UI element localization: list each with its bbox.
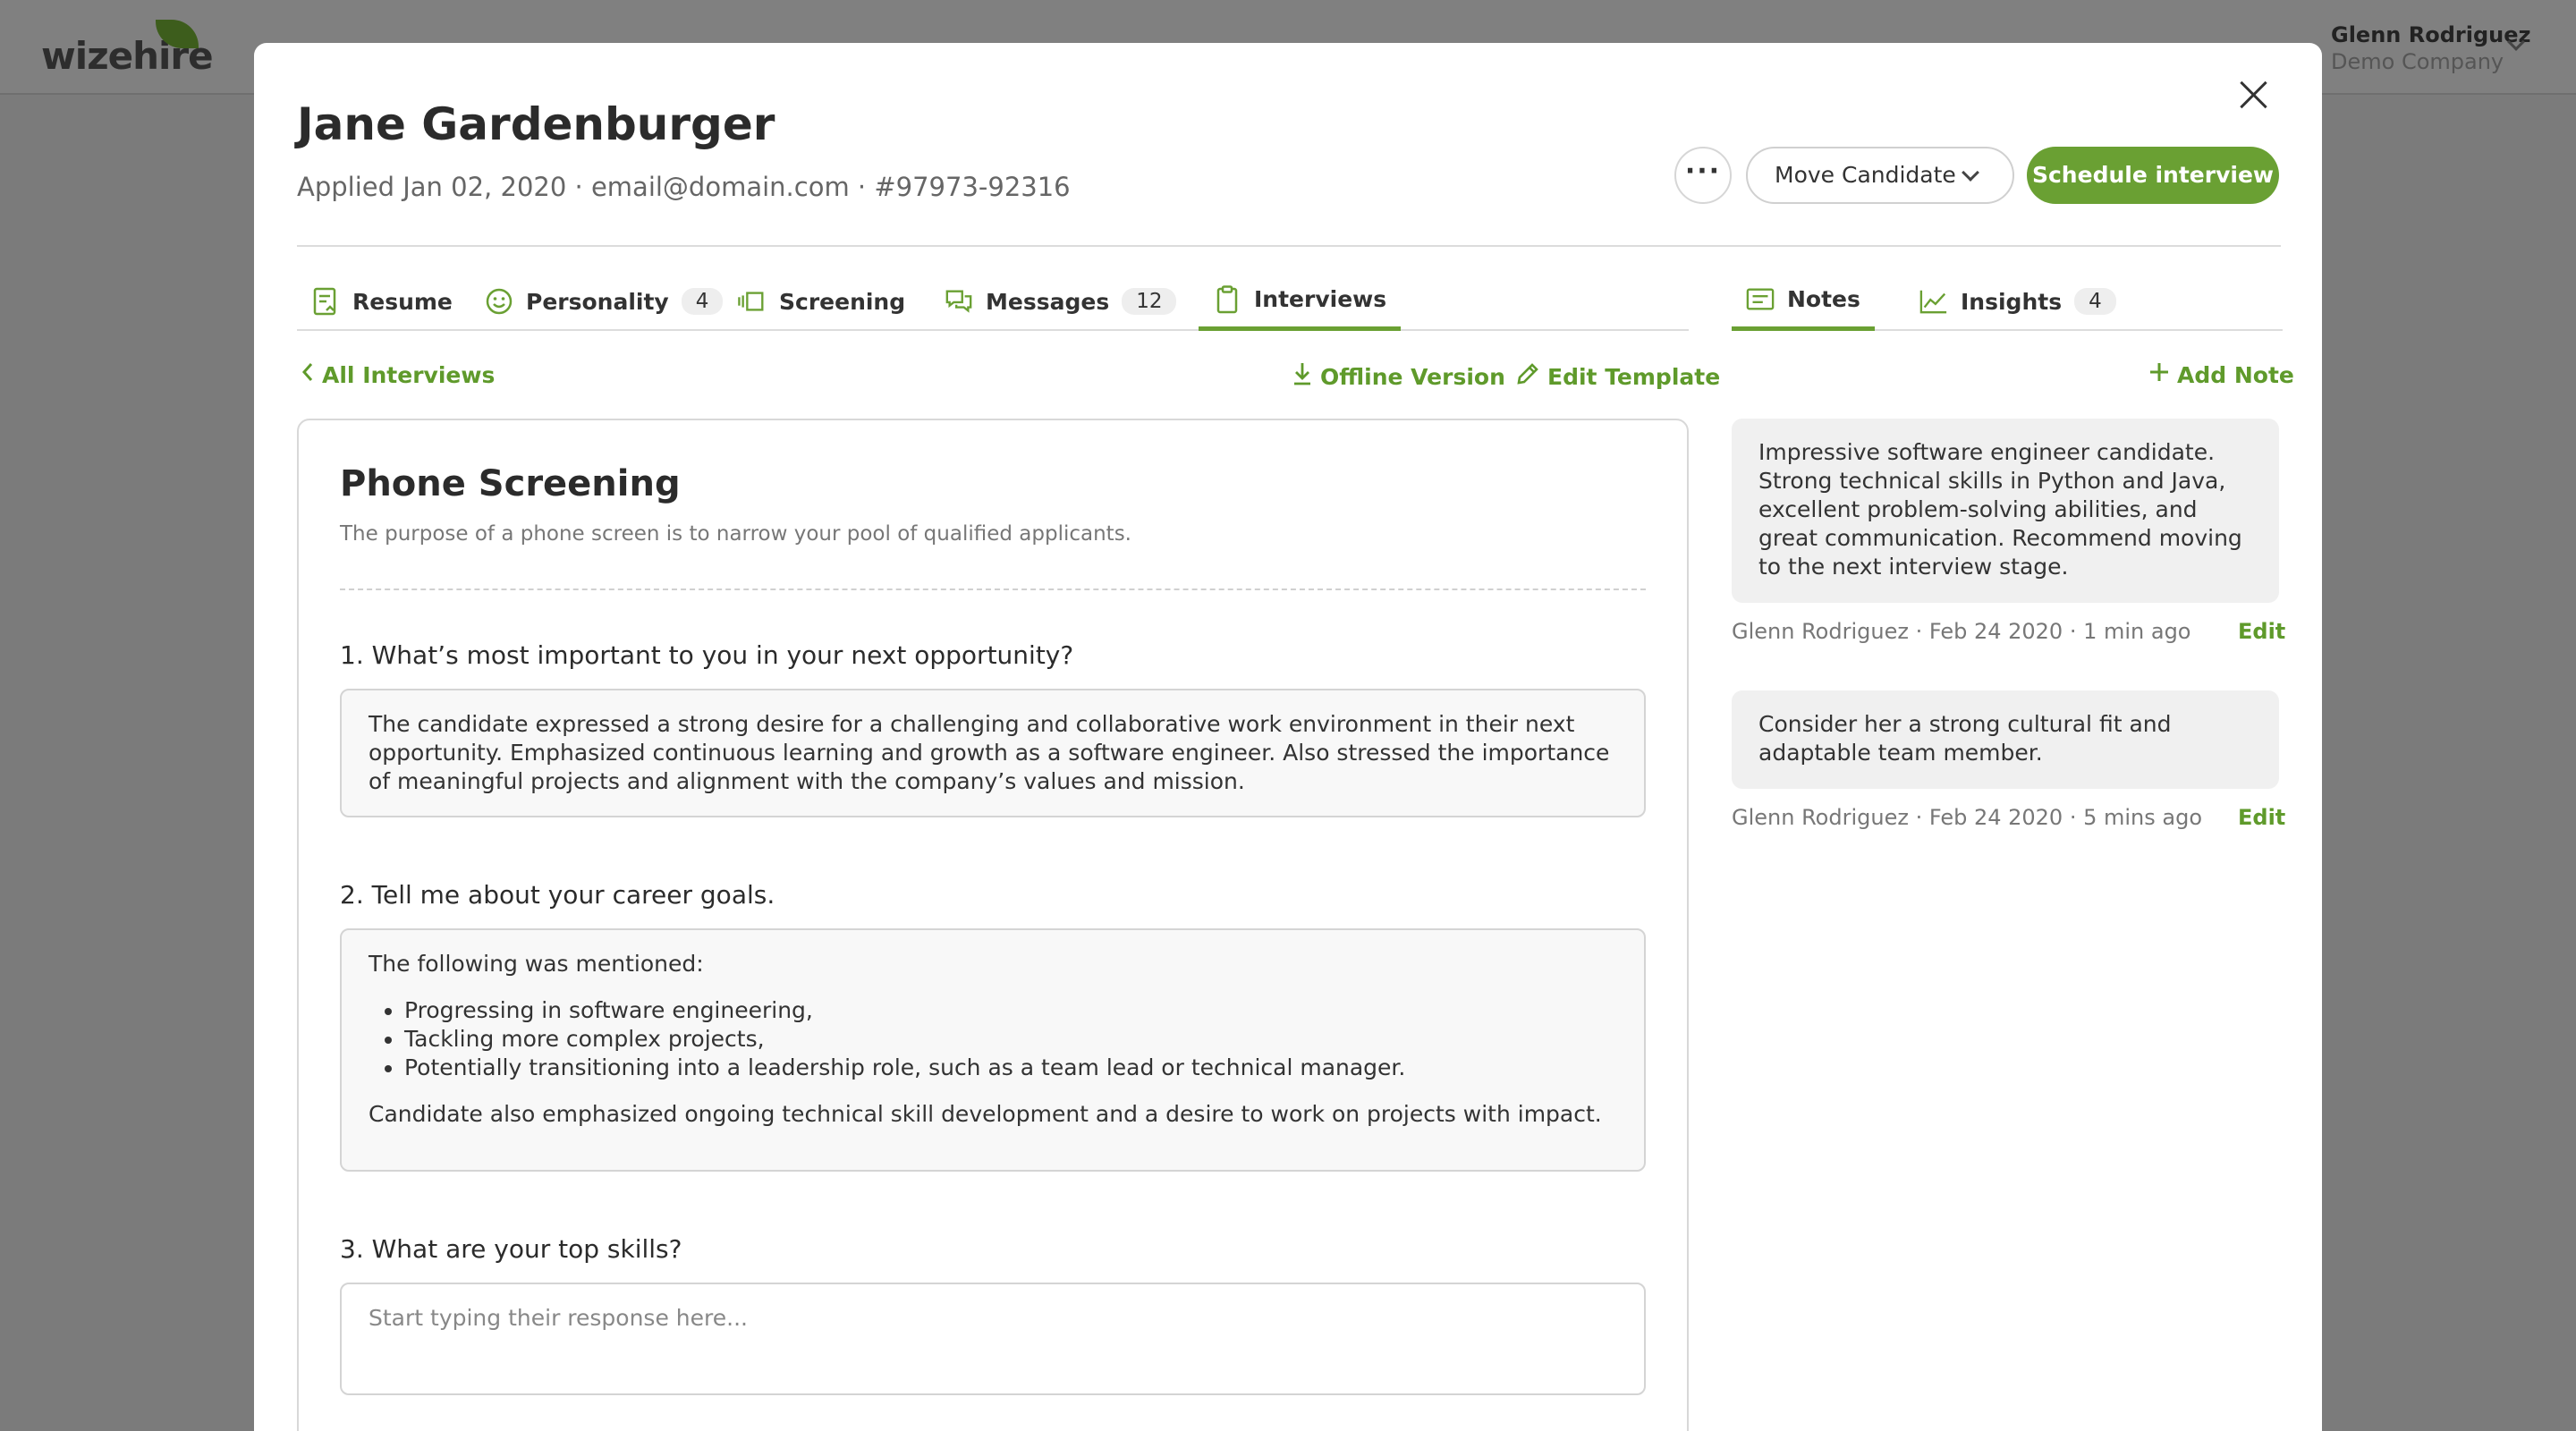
notes-icon: [1746, 285, 1775, 314]
section-divider: [340, 588, 1646, 590]
pencil-icon: [1515, 361, 1540, 392]
note-edit-button[interactable]: Edit: [2238, 805, 2285, 830]
question-3: 3. What are your top skills?: [340, 1234, 682, 1264]
answer-bullets: Progressing in software engineering, Tac…: [404, 996, 1617, 1082]
question-2: 2. Tell me about your career goals.: [340, 880, 775, 910]
candidate-meta: Applied Jan 02, 2020 · email@domain.com …: [297, 172, 1071, 202]
tab-count-badge: 4: [681, 288, 724, 315]
tab-label: Insights: [1961, 288, 2063, 315]
sidebar-tabs: Notes Insights 4: [1732, 272, 2283, 331]
tab-interviews[interactable]: Interviews: [1199, 272, 1402, 331]
tab-personality[interactable]: Personality 4: [470, 272, 737, 331]
candidate-tabs: Resume Personality 4 Screening Messages …: [297, 272, 1689, 331]
tab-label: Interviews: [1254, 286, 1387, 312]
add-note-button[interactable]: Add Note: [2148, 361, 2294, 388]
answer-2[interactable]: The following was mentioned: Progressing…: [340, 928, 1646, 1172]
note-meta: Glenn Rodriguez · Feb 24 2020 · 5 mins a…: [1732, 805, 2202, 830]
offline-version-link[interactable]: Offline Version: [1292, 361, 1505, 392]
list-item: Progressing in software engineering,: [404, 996, 1617, 1025]
interview-title: Phone Screening: [340, 463, 681, 504]
company-name: Demo Company: [2331, 49, 2504, 74]
interview-subtitle: The purpose of a phone screen is to narr…: [340, 522, 1131, 546]
tab-label: Messages: [986, 288, 1110, 315]
close-icon[interactable]: [2236, 77, 2272, 113]
resume-icon: [311, 287, 340, 316]
download-icon: [1292, 361, 1313, 392]
clipboard-icon: [1213, 284, 1241, 314]
tab-label: Personality: [526, 288, 669, 315]
screening-icon: [738, 287, 767, 316]
note-meta: Glenn Rodriguez · Feb 24 2020 · 1 min ag…: [1732, 619, 2191, 644]
link-label: Edit Template: [1547, 363, 1721, 390]
move-candidate-button[interactable]: Move Candidate: [1746, 147, 2014, 204]
link-label: Offline Version: [1320, 363, 1505, 390]
candidate-name: Jane Gardenburger: [297, 98, 775, 150]
answer-1[interactable]: The candidate expressed a strong desire …: [340, 689, 1646, 817]
tab-label: Notes: [1787, 286, 1860, 312]
note-edit-button[interactable]: Edit: [2238, 619, 2285, 644]
list-item: Potentially transitioning into a leaders…: [404, 1054, 1617, 1082]
tab-insights[interactable]: Insights 4: [1905, 272, 2131, 331]
answer-text: The candidate expressed a strong desire …: [369, 711, 1610, 794]
schedule-interview-button[interactable]: Schedule interview: [2027, 147, 2279, 204]
note-text: Consider her a strong cultural fit and a…: [1758, 711, 2172, 766]
plus-icon: [2148, 361, 2170, 388]
answer-outro: Candidate also emphasized ongoing techni…: [369, 1101, 1602, 1127]
candidate-modal: Jane Gardenburger Applied Jan 02, 2020 ·…: [254, 43, 2322, 1431]
note-text: Impressive software engineer candidate. …: [1758, 439, 2242, 580]
user-menu[interactable]: Glenn Rodriguez Demo Company: [2331, 21, 2530, 75]
tab-messages[interactable]: Messages 12: [930, 272, 1191, 331]
header-divider: [297, 245, 2281, 247]
answer-intro: The following was mentioned:: [369, 951, 704, 977]
list-item: Tackling more complex projects,: [404, 1025, 1617, 1054]
chevron-left-icon: [301, 361, 315, 388]
tab-count-badge: 12: [1122, 288, 1177, 315]
tab-resume[interactable]: Resume: [297, 272, 467, 331]
tab-label: Screening: [779, 288, 906, 315]
move-candidate-label: Move Candidate: [1775, 162, 1956, 188]
note-card: Impressive software engineer candidate. …: [1732, 419, 2279, 603]
all-interviews-link[interactable]: All Interviews: [301, 361, 495, 388]
wizehire-logo[interactable]: wizehire: [41, 20, 214, 78]
answer-placeholder: Start typing their response here...: [369, 1305, 748, 1331]
note-card: Consider her a strong cultural fit and a…: [1732, 690, 2279, 789]
tab-count-badge: 4: [2074, 288, 2116, 315]
tab-notes[interactable]: Notes: [1732, 272, 1875, 331]
link-label: All Interviews: [322, 361, 496, 388]
link-label: Add Note: [2177, 361, 2294, 388]
messages-icon: [945, 287, 973, 316]
chart-icon: [1919, 287, 1948, 316]
question-1: 1. What’s most important to you in your …: [340, 640, 1074, 670]
answer-3-input[interactable]: Start typing their response here...: [340, 1283, 1646, 1395]
chevron-down-icon: [1962, 164, 1979, 182]
more-options-button[interactable]: ···: [1674, 147, 1732, 204]
edit-template-link[interactable]: Edit Template: [1515, 361, 1720, 392]
smile-icon: [485, 287, 513, 316]
tab-label: Resume: [352, 288, 453, 315]
user-name: Glenn Rodriguez: [2331, 22, 2531, 47]
interview-panel: Phone Screening The purpose of a phone s…: [297, 419, 1689, 1431]
tab-screening[interactable]: Screening: [724, 272, 919, 331]
